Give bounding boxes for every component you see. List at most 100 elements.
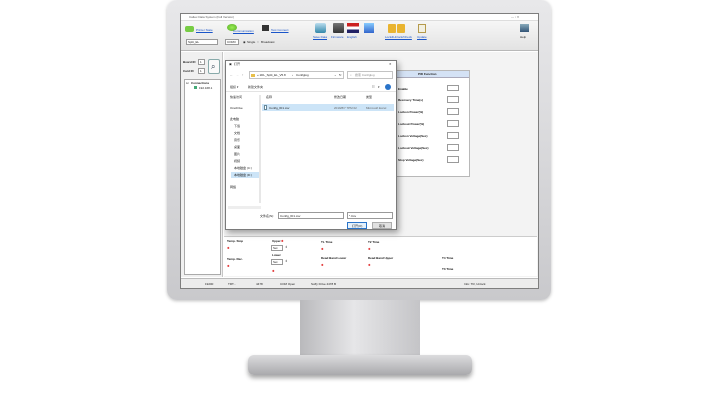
horizontal-scrollbar[interactable] [228,206,261,209]
breadcrumb-parent[interactable]: « 1DL_Split_EL_V5.8 [257,73,286,77]
communication-link[interactable]: Communication [233,29,254,33]
test-connect-icon[interactable] [262,25,269,31]
test-connect-link[interactable]: Test Connect [271,28,289,32]
pid-input[interactable] [447,156,459,163]
printer-icon[interactable] [185,26,194,32]
tree-item[interactable]: 192.168.1 [199,86,212,90]
nav-scrollbar[interactable] [259,95,261,203]
open-file-dialog: ▣ 打开 ✕ ← → ↑ « 1DL_Split_EL_V5.8 › Confi… [225,60,397,230]
file-date: 2019/8/7 7PM 02 [334,106,357,110]
board-id-label: Board ID [183,60,196,64]
nav-item-onedrive[interactable]: OneDrive [230,106,243,110]
unlock-icon[interactable] [397,24,405,33]
nav-item-music[interactable]: 音乐 [234,138,240,142]
toolbar: Printer State Communication Test Connect… [181,21,538,51]
update-link[interactable]: Update [417,35,427,39]
tree-root[interactable]: Connections [191,81,209,85]
status-info: Info: TR, Unlock [464,282,486,286]
forward-arrow-icon[interactable]: → [236,73,239,77]
english-link[interactable]: English [347,35,357,39]
english-flag-icon[interactable] [347,23,359,33]
pid-row-label: Lockon Voltage(Sec) [398,134,428,138]
pid-panel-header: PID Function [395,71,469,78]
chevron-down-icon[interactable]: ⌄ [334,73,337,77]
single-radio[interactable]: ◉ [243,40,246,44]
lower-stepper[interactable]: ⇕ [285,259,288,263]
settings-icon[interactable] [364,23,374,33]
left-panel: Board ID 1 Card ID 1 ⌕ ⊟ Connections 192… [181,52,223,277]
firmware-link[interactable]: Firmware [331,35,344,39]
up-arrow-icon[interactable]: ↑ [242,73,244,77]
column-name[interactable]: 名称 [266,95,272,99]
search-icon: ⌕ [211,62,216,71]
refresh-icon[interactable]: ↻ [339,73,342,77]
param-label: Dead Band Upper [368,256,394,260]
upper-select[interactable]: Set [271,245,283,251]
required-marker: ✱ [368,247,371,251]
organize-button[interactable]: 组织 ▾ [230,85,238,89]
nav-item-desktop[interactable]: 桌面 [234,145,240,149]
help-icon[interactable] [520,24,529,32]
app-title-bar: Caltex Data System (Full Version) — ▫ ✕ [181,14,538,21]
monitor-screen: Caltex Data System (Full Version) — ▫ ✕ … [180,13,539,289]
lower-select[interactable]: Set [271,259,283,265]
table-row[interactable]: Config_ID1.csv 2019/8/7 7PM 02 Microsoft… [262,104,394,111]
firmware-icon[interactable] [333,23,344,33]
status-com: COM Open [280,282,296,286]
help-icon[interactable] [385,84,391,90]
nav-item-this-pc[interactable]: 此电脑 [230,117,239,121]
board-id-input[interactable]: 1 [198,59,205,65]
printer-state-link[interactable]: Printer State [196,28,213,32]
filename-input[interactable]: Config_ID1.csv [278,212,344,219]
pid-input[interactable] [447,96,459,103]
model-select[interactable]: Split_EL [186,39,218,45]
nav-item-drive-d[interactable]: 本地磁盘 (D:) [234,173,252,177]
pid-input[interactable] [447,108,459,115]
address-bar[interactable]: « 1DL_Split_EL_V5.8 › Configlog ⌄ ↻ [249,71,344,79]
param-label: Dead Band Lower [321,256,347,260]
column-date[interactable]: 修改日期 [334,95,346,99]
chevron-down-icon[interactable]: ▾ [378,85,380,89]
back-arrow-icon[interactable]: ← [230,73,233,77]
required-marker: ✱ [227,264,230,268]
nav-item-quick-access[interactable]: 快速访问 [230,95,242,99]
nav-item-downloads[interactable]: 下载 [234,124,240,128]
column-type[interactable]: 类型 [366,95,372,99]
close-icon[interactable]: ✕ [389,62,392,66]
port-select[interactable]: COM3 [225,39,239,45]
pid-row-label: Lockout Voltage(Sec) [398,146,429,150]
upper-stepper[interactable]: ⇕ [285,245,288,249]
breadcrumb-current[interactable]: Configlog [296,73,309,77]
nav-item-videos[interactable]: 视频 [234,159,240,163]
cancel-button[interactable]: 取消 [372,222,392,229]
pid-input[interactable] [447,144,459,151]
help-link[interactable]: Help [520,35,526,39]
view-icon[interactable]: ☷ [372,85,375,89]
nav-item-drive-c[interactable]: 本地磁盘 (C:) [234,166,252,170]
pid-row-label: Enable [398,87,408,91]
search-input[interactable]: ⌕ 搜索 Configlog [347,71,393,79]
new-folder-button[interactable]: 新建文件夹 [248,85,263,89]
nav-item-documents[interactable]: 文档 [234,131,240,135]
pid-enable-select[interactable] [447,85,459,91]
device-tree[interactable]: ⊟ Connections 192.168.1 [184,79,221,275]
save-data-icon[interactable] [315,23,326,33]
param-label: Lower [272,253,281,257]
folder-icon [251,74,255,77]
file-type-select[interactable]: *.Csv [347,212,393,219]
pid-input[interactable] [447,120,459,127]
lock-unlock-link[interactable]: Lock&Unlock/Check [385,35,412,39]
nav-item-pictures[interactable]: 图片 [234,152,240,156]
search-button[interactable]: ⌕ [208,59,220,74]
required-marker: ✱ [227,246,230,250]
update-icon[interactable] [418,24,426,33]
broadcast-radio[interactable]: ○ [257,40,259,44]
open-button[interactable]: 打开(O) [347,222,367,229]
pid-input[interactable] [447,132,459,139]
card-id-input[interactable]: 1 [198,68,205,74]
save-data-link[interactable]: Save Data [313,35,327,39]
window-controls[interactable]: — ▫ ✕ [511,15,519,19]
tree-expand-icon[interactable]: ⊟ [186,81,189,85]
nav-item-network[interactable]: 网络 [230,185,236,189]
lock-icon[interactable] [388,24,396,33]
